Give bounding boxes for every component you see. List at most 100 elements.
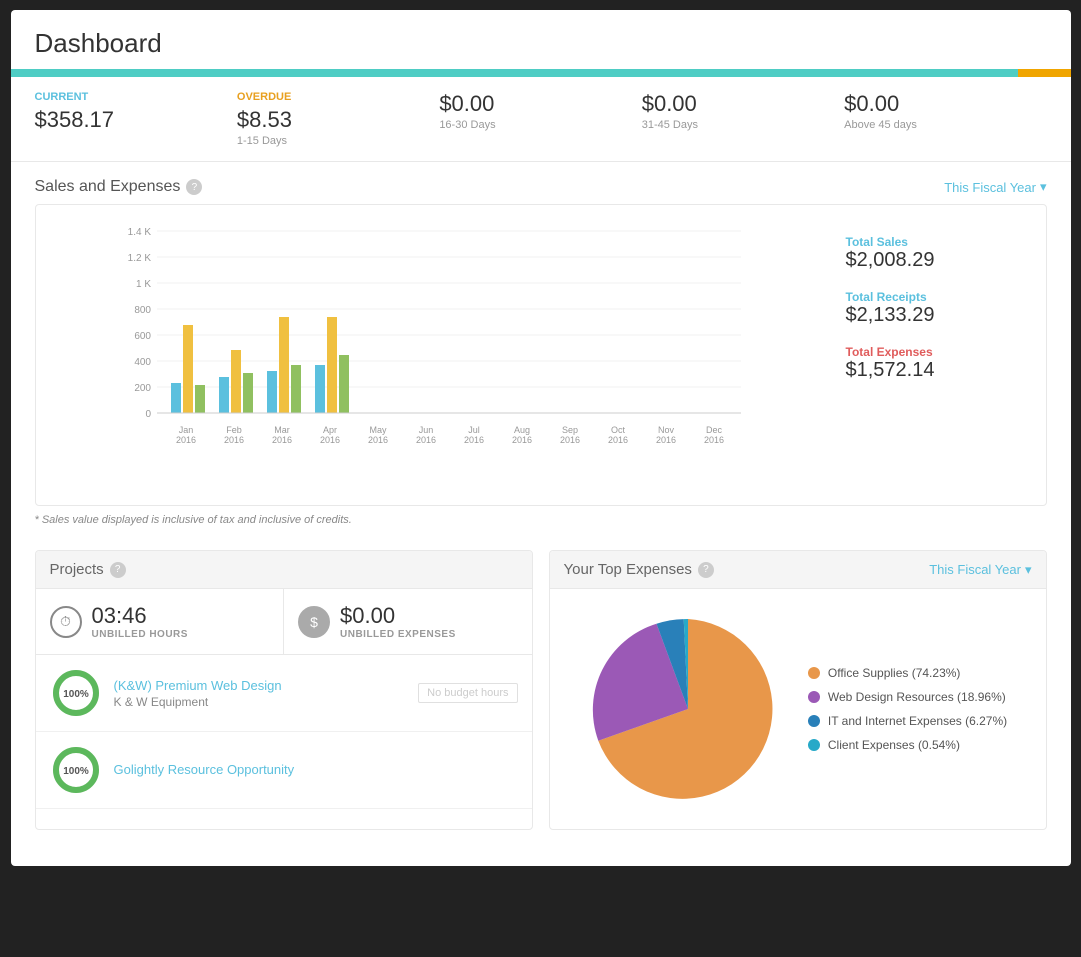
expenses-help-icon[interactable]: ? — [698, 562, 714, 578]
aging-16-30-value: $0.00 — [439, 91, 621, 117]
project-1-info: (K&W) Premium Web Design K & W Equipment — [114, 678, 407, 709]
legend-total-expenses: Total Expenses $1,572.14 — [846, 345, 1026, 382]
svg-text:Oct: Oct — [610, 425, 625, 435]
fiscal-year-label: This Fiscal Year — [944, 180, 1036, 195]
sales-expenses-title-text: Sales and Expenses — [35, 178, 181, 196]
legend-it-expenses: IT and Internet Expenses (6.27%) — [808, 714, 1007, 728]
svg-text:1.4 K: 1.4 K — [127, 227, 151, 238]
svg-text:2016: 2016 — [703, 435, 723, 445]
svg-text:600: 600 — [134, 331, 151, 342]
bar-chart-svg: 1.4 K 1.2 K 1 K 800 600 400 200 0 — [46, 215, 836, 495]
bar-jan-receipts — [183, 325, 193, 413]
chart-section: 1.4 K 1.2 K 1 K 800 600 400 200 0 — [35, 204, 1047, 506]
chart-note: * Sales value displayed is inclusive of … — [11, 506, 1071, 534]
svg-text:400: 400 — [134, 357, 151, 368]
expenses-header-left: Your Top Expenses ? — [564, 561, 714, 578]
project-1-donut: 100% — [50, 667, 102, 719]
expenses-filter-btn[interactable]: This Fiscal Year ▾ — [929, 562, 1031, 578]
sales-expenses-help-icon[interactable]: ? — [186, 179, 202, 195]
svg-text:100%: 100% — [63, 689, 89, 700]
total-receipts-label: Total Receipts — [846, 290, 1026, 304]
unbilled-expenses-label: UNBILLED EXPENSES — [340, 629, 456, 640]
svg-text:Dec: Dec — [705, 425, 722, 435]
legend-total-sales: Total Sales $2,008.29 — [846, 235, 1026, 272]
main-container: Dashboard CURRENT $358.17 OVERDUE $8.53 … — [11, 10, 1071, 866]
svg-text:Nov: Nov — [657, 425, 674, 435]
pie-chart-area: Office Supplies (74.23%) Web Design Reso… — [550, 589, 1046, 829]
project-1-name[interactable]: (K&W) Premium Web Design — [114, 678, 407, 693]
bar-jan-sales — [171, 383, 181, 413]
svg-text:2016: 2016 — [319, 435, 339, 445]
chart-area: 1.4 K 1.2 K 1 K 800 600 400 200 0 — [46, 215, 836, 495]
projects-stats: ⏱ 03:46 UNBILLED HOURS $ $0.00 UNBILLED … — [36, 589, 532, 655]
svg-text:May: May — [369, 425, 387, 435]
aging-31-45-label: 31-45 Days — [642, 119, 824, 131]
projects-title: Projects — [50, 561, 104, 578]
svg-text:0: 0 — [145, 409, 151, 420]
clock-icon: ⏱ — [50, 606, 82, 638]
office-supplies-label: Office Supplies (74.23%) — [828, 666, 961, 680]
unbilled-expenses-stat: $ $0.00 UNBILLED EXPENSES — [284, 589, 532, 654]
svg-text:200: 200 — [134, 383, 151, 394]
svg-text:2016: 2016 — [271, 435, 291, 445]
expenses-section: Your Top Expenses ? This Fiscal Year ▾ — [549, 550, 1047, 830]
sales-expenses-title: Sales and Expenses ? — [35, 178, 203, 196]
progress-bar-fill — [11, 69, 1071, 77]
client-expenses-label: Client Expenses (0.54%) — [828, 738, 960, 752]
unbilled-expenses-value: $0.00 — [340, 603, 456, 629]
page-title: Dashboard — [11, 10, 1071, 69]
svg-text:1 K: 1 K — [135, 279, 150, 290]
svg-text:2016: 2016 — [415, 435, 435, 445]
bar-jan-expenses — [195, 385, 205, 413]
web-design-label: Web Design Resources (18.96%) — [828, 690, 1006, 704]
unbilled-hours-stat: ⏱ 03:46 UNBILLED HOURS — [36, 589, 285, 654]
expenses-title: Your Top Expenses — [564, 561, 692, 578]
aging-31-45-value: $0.00 — [642, 91, 824, 117]
svg-text:2016: 2016 — [607, 435, 627, 445]
svg-text:Aug: Aug — [513, 425, 529, 435]
expenses-fiscal-year-label: This Fiscal Year — [929, 562, 1021, 577]
total-sales-label: Total Sales — [846, 235, 1026, 249]
project-1-client: K & W Equipment — [114, 695, 407, 709]
svg-text:800: 800 — [134, 305, 151, 316]
legend-client-expenses: Client Expenses (0.54%) — [808, 738, 1007, 752]
svg-text:Jan: Jan — [178, 425, 193, 435]
aging-current-value: $358.17 — [35, 107, 217, 133]
aging-above-45: $0.00 Above 45 days — [844, 91, 1046, 147]
total-expenses-label: Total Expenses — [846, 345, 1026, 359]
svg-text:Sep: Sep — [561, 425, 577, 435]
project-2-info: Golightly Resource Opportunity — [114, 762, 518, 779]
pie-legend: Office Supplies (74.23%) Web Design Reso… — [808, 666, 1007, 752]
aging-above-45-value: $0.00 — [844, 91, 1026, 117]
sales-expenses-header: Sales and Expenses ? This Fiscal Year ▾ — [11, 162, 1071, 204]
sales-expenses-filter-btn[interactable]: This Fiscal Year ▾ — [944, 179, 1046, 195]
project-1-budget: No budget hours — [418, 683, 517, 703]
svg-text:1.2 K: 1.2 K — [127, 253, 151, 264]
aging-overdue-label: OVERDUE — [237, 91, 419, 103]
aging-above-45-label: Above 45 days — [844, 119, 1026, 131]
dollar-icon: $ — [298, 606, 330, 638]
expenses-header: Your Top Expenses ? This Fiscal Year ▾ — [550, 551, 1046, 589]
legend-total-receipts: Total Receipts $2,133.29 — [846, 290, 1026, 327]
project-row-1: 100% (K&W) Premium Web Design K & W Equi… — [36, 655, 532, 732]
svg-text:Jun: Jun — [418, 425, 433, 435]
project-row-2: 100% Golightly Resource Opportunity — [36, 732, 532, 809]
aging-overdue: OVERDUE $8.53 1-15 Days — [237, 91, 439, 147]
chevron-down-icon: ▾ — [1040, 179, 1047, 195]
svg-text:2016: 2016 — [655, 435, 675, 445]
chevron-down-icon-expenses: ▾ — [1025, 562, 1032, 578]
it-expenses-dot — [808, 715, 820, 727]
svg-text:2016: 2016 — [511, 435, 531, 445]
aging-31-45: $0.00 31-45 Days — [642, 91, 844, 147]
svg-text:Apr: Apr — [322, 425, 336, 435]
legend-web-design: Web Design Resources (18.96%) — [808, 690, 1007, 704]
unbilled-hours-value: 03:46 — [92, 603, 188, 629]
svg-text:2016: 2016 — [367, 435, 387, 445]
project-2-name[interactable]: Golightly Resource Opportunity — [114, 762, 518, 777]
progress-bar — [11, 69, 1071, 77]
svg-text:Feb: Feb — [226, 425, 242, 435]
web-design-dot — [808, 691, 820, 703]
projects-help-icon[interactable]: ? — [110, 562, 126, 578]
projects-header: Projects ? — [36, 551, 532, 589]
svg-text:100%: 100% — [63, 766, 89, 777]
